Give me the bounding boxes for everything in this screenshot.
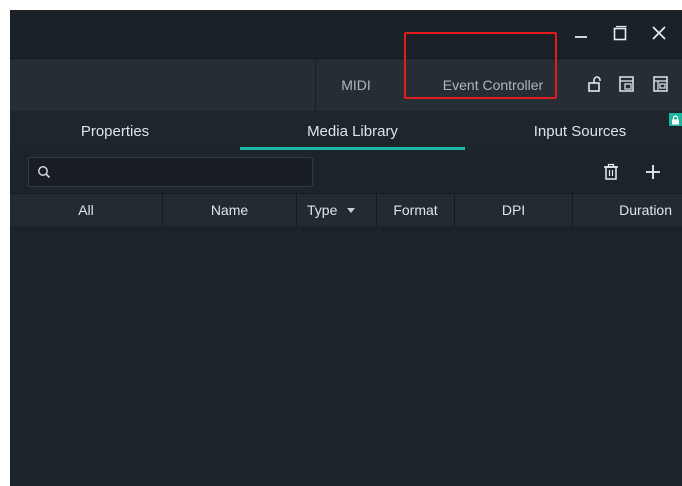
- tab-media-library[interactable]: Media Library: [240, 111, 465, 151]
- section-tabs: Properties Media Library Input Sources: [10, 111, 682, 151]
- search-box[interactable]: [28, 157, 313, 188]
- column-label: Name: [210, 202, 249, 218]
- unlock-icon[interactable]: [587, 75, 605, 93]
- column-all[interactable]: All: [10, 194, 162, 226]
- panel-tab-bar: MIDI Event Controller: [10, 58, 682, 112]
- trash-icon[interactable]: [602, 163, 620, 181]
- minimize-icon[interactable]: [570, 22, 592, 44]
- app-window: MIDI Event Controller Properties Media L…: [10, 10, 682, 486]
- tab-properties[interactable]: Properties: [40, 111, 190, 151]
- plus-icon[interactable]: [644, 163, 662, 181]
- lock-badge-icon[interactable]: [669, 113, 682, 126]
- tab-input-sources[interactable]: Input Sources: [480, 111, 680, 151]
- restore-icon[interactable]: [609, 22, 631, 44]
- column-name[interactable]: Name: [162, 194, 296, 226]
- column-dpi[interactable]: DPI: [454, 194, 572, 226]
- column-label: Format: [393, 202, 438, 218]
- column-duration[interactable]: Duration: [572, 194, 682, 226]
- media-list: [10, 226, 682, 486]
- column-label: All: [78, 202, 94, 218]
- media-toolbar: [10, 151, 682, 193]
- column-format[interactable]: Format: [376, 194, 454, 226]
- column-type[interactable]: Type: [296, 194, 376, 226]
- dropdown-caret-icon[interactable]: [347, 207, 356, 213]
- tab-event-controller[interactable]: Event Controller: [418, 59, 568, 111]
- column-label: Duration: [619, 202, 672, 218]
- title-bar: [10, 10, 682, 57]
- table-header: All Name Type Format DPI Duration: [10, 193, 682, 226]
- search-icon: [37, 165, 51, 179]
- close-icon[interactable]: [648, 22, 670, 44]
- dock-panel-icon[interactable]: [618, 75, 636, 93]
- column-label: Type: [307, 202, 338, 218]
- float-panel-icon[interactable]: [652, 75, 670, 93]
- column-label: DPI: [501, 202, 526, 218]
- tab-midi[interactable]: MIDI: [315, 59, 396, 111]
- search-input[interactable]: [57, 158, 311, 188]
- active-tab-indicator: [240, 147, 465, 150]
